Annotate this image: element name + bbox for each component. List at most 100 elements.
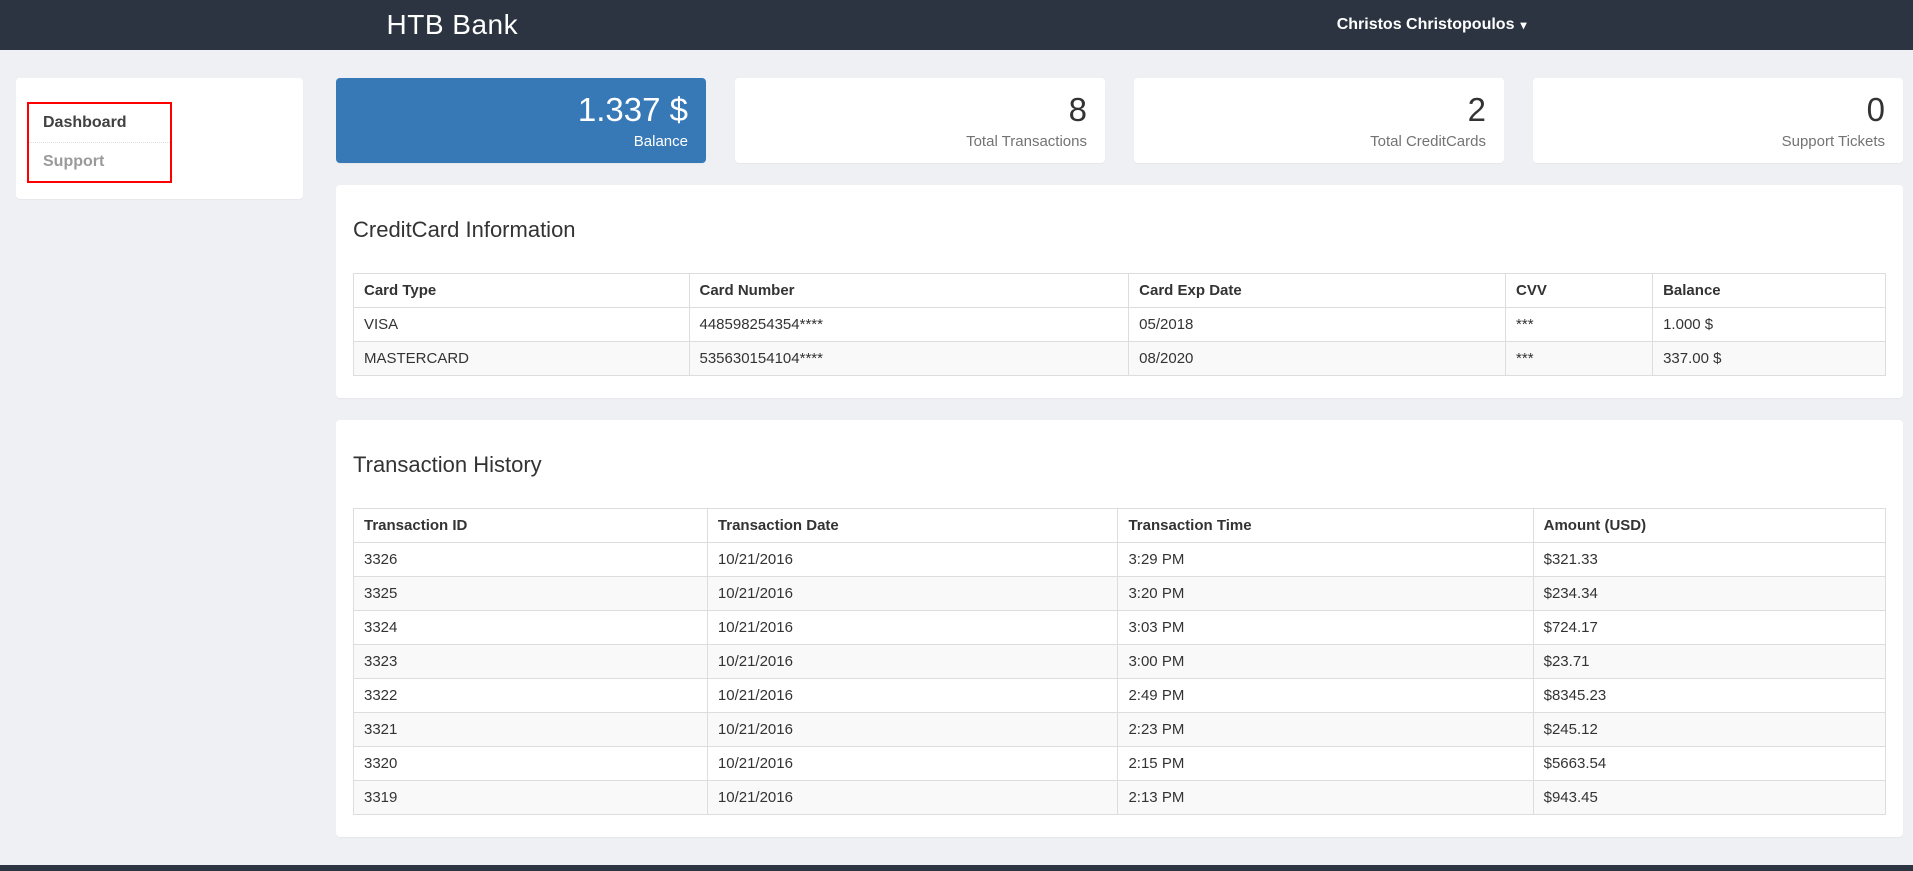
cell-card-number: 535630154104**** <box>688 341 1130 376</box>
cell-card-type: VISA <box>353 307 690 342</box>
cell-amount: $724.17 <box>1532 610 1887 645</box>
top-navbar: HTB Bank Christos Christopoulos ▾ <box>0 0 1913 50</box>
sidebar-item-support[interactable]: Support <box>29 143 170 181</box>
cell-card-exp-date: 08/2020 <box>1128 341 1507 376</box>
cell-transaction-id: 3326 <box>353 542 708 577</box>
cell-amount: $943.45 <box>1532 780 1887 815</box>
cell-transaction-date: 10/21/2016 <box>706 576 1119 611</box>
cell-transaction-date: 10/21/2016 <box>706 644 1119 679</box>
cell-transaction-date: 10/21/2016 <box>706 780 1119 815</box>
main-content: 1.337 $ Balance 8 Total Transactions 2 T… <box>336 78 1903 837</box>
stat-label: Support Tickets <box>1781 133 1885 150</box>
creditcard-header-row: Card Type Card Number Card Exp Date CVV … <box>353 273 1886 308</box>
cell-transaction-time: 2:49 PM <box>1117 678 1534 713</box>
creditcard-table-body: VISA 448598254354**** 05/2018 *** 1.000 … <box>353 307 1886 376</box>
cell-transaction-id: 3324 <box>353 610 708 645</box>
cell-amount: $245.12 <box>1532 712 1887 747</box>
cell-cvv: *** <box>1505 307 1654 342</box>
stat-value: 2 <box>1467 91 1486 128</box>
transaction-row: 3319 10/21/2016 2:13 PM $943.45 <box>353 780 1887 815</box>
transaction-row: 3325 10/21/2016 3:20 PM $234.34 <box>353 576 1887 611</box>
stat-card-total-creditcards: 2 Total CreditCards <box>1134 78 1504 163</box>
sidebar-nav-highlight-box: Dashboard Support <box>27 102 172 183</box>
stats-row: 1.337 $ Balance 8 Total Transactions 2 T… <box>336 78 1903 163</box>
caret-down-icon: ▾ <box>1520 18 1527 32</box>
cell-amount: $5663.54 <box>1532 746 1887 781</box>
cell-transaction-date: 10/21/2016 <box>706 746 1119 781</box>
stat-label: Balance <box>633 133 688 150</box>
stat-value: 0 <box>1866 91 1885 128</box>
column-header-transaction-time: Transaction Time <box>1117 508 1534 543</box>
cell-transaction-time: 3:03 PM <box>1117 610 1534 645</box>
column-header-balance: Balance <box>1652 273 1886 308</box>
creditcard-panel: CreditCard Information Card Type Card Nu… <box>336 185 1903 398</box>
user-dropdown[interactable]: Christos Christopoulos ▾ <box>1337 16 1527 34</box>
sidebar-card: Dashboard Support <box>16 78 303 199</box>
stat-label: Total Transactions <box>966 133 1087 150</box>
cell-transaction-date: 10/21/2016 <box>706 542 1119 577</box>
cell-card-number: 448598254354**** <box>688 307 1130 342</box>
footer-bar <box>0 865 1913 871</box>
column-header-card-number: Card Number <box>688 273 1130 308</box>
transaction-history-title: Transaction History <box>353 452 542 477</box>
cell-amount: $8345.23 <box>1532 678 1887 713</box>
cell-transaction-time: 3:20 PM <box>1117 576 1534 611</box>
brand-link[interactable]: HTB Bank <box>387 9 519 41</box>
cell-cvv: *** <box>1505 341 1654 376</box>
transaction-row: 3321 10/21/2016 2:23 PM $245.12 <box>353 712 1887 747</box>
user-name: Christos Christopoulos <box>1336 16 1515 33</box>
stat-label: Total CreditCards <box>1370 133 1486 150</box>
cell-transaction-id: 3319 <box>353 780 708 815</box>
transaction-table-body: 3326 10/21/2016 3:29 PM $321.33 3325 10/… <box>353 542 1887 815</box>
cell-transaction-time: 3:29 PM <box>1117 542 1534 577</box>
cell-transaction-date: 10/21/2016 <box>706 678 1119 713</box>
cell-amount: $23.71 <box>1532 644 1887 679</box>
cell-balance: 337.00 $ <box>1652 341 1886 376</box>
creditcard-row: MASTERCARD 535630154104**** 08/2020 *** … <box>353 341 1886 376</box>
cell-transaction-id: 3321 <box>353 712 708 747</box>
stat-card-total-transactions: 8 Total Transactions <box>735 78 1105 163</box>
transaction-row: 3320 10/21/2016 2:15 PM $5663.54 <box>353 746 1887 781</box>
cell-transaction-time: 2:15 PM <box>1117 746 1534 781</box>
cell-transaction-date: 10/21/2016 <box>706 712 1119 747</box>
transaction-table-wrap: Transaction ID Transaction Date Transact… <box>336 508 1903 837</box>
cell-transaction-id: 3322 <box>353 678 708 713</box>
transaction-row: 3323 10/21/2016 3:00 PM $23.71 <box>353 644 1887 679</box>
cell-transaction-id: 3325 <box>353 576 708 611</box>
cell-card-type: MASTERCARD <box>353 341 690 376</box>
sidebar-item-dashboard[interactable]: Dashboard <box>29 104 170 143</box>
sidebar: Dashboard Support <box>16 78 303 199</box>
creditcard-table-wrap: Card Type Card Number Card Exp Date CVV … <box>336 273 1903 398</box>
cell-balance: 1.000 $ <box>1652 307 1886 342</box>
transaction-header-row: Transaction ID Transaction Date Transact… <box>353 508 1887 543</box>
cell-card-exp-date: 05/2018 <box>1128 307 1507 342</box>
column-header-card-exp-date: Card Exp Date <box>1128 273 1507 308</box>
column-header-transaction-id: Transaction ID <box>353 508 708 543</box>
transaction-history-panel: Transaction History Transaction ID Trans… <box>336 420 1903 837</box>
transaction-table: Transaction ID Transaction Date Transact… <box>353 508 1887 815</box>
navbar-container: HTB Bank Christos Christopoulos ▾ <box>372 0 1542 50</box>
stat-value: 8 <box>1068 91 1087 128</box>
column-header-transaction-date: Transaction Date <box>706 508 1119 543</box>
cell-transaction-time: 3:00 PM <box>1117 644 1534 679</box>
cell-amount: $234.34 <box>1532 576 1887 611</box>
cell-transaction-id: 3323 <box>353 644 708 679</box>
creditcard-panel-title: CreditCard Information <box>353 217 576 242</box>
transaction-row: 3322 10/21/2016 2:49 PM $8345.23 <box>353 678 1887 713</box>
column-header-card-type: Card Type <box>353 273 690 308</box>
cell-amount: $321.33 <box>1532 542 1887 577</box>
column-header-amount: Amount (USD) <box>1532 508 1887 543</box>
column-header-cvv: CVV <box>1505 273 1654 308</box>
transaction-row: 3326 10/21/2016 3:29 PM $321.33 <box>353 542 1887 577</box>
stat-card-balance: 1.337 $ Balance <box>336 78 706 163</box>
cell-transaction-id: 3320 <box>353 746 708 781</box>
cell-transaction-time: 2:23 PM <box>1117 712 1534 747</box>
cell-transaction-time: 2:13 PM <box>1117 780 1534 815</box>
transaction-row: 3324 10/21/2016 3:03 PM $724.17 <box>353 610 1887 645</box>
stat-value: 1.337 $ <box>577 91 688 128</box>
stat-card-support-tickets: 0 Support Tickets <box>1533 78 1903 163</box>
creditcard-table: Card Type Card Number Card Exp Date CVV … <box>353 273 1886 376</box>
cell-transaction-date: 10/21/2016 <box>706 610 1119 645</box>
creditcard-row: VISA 448598254354**** 05/2018 *** 1.000 … <box>353 307 1886 342</box>
page-body: Dashboard Support 1.337 $ Balance 8 Tota… <box>0 50 1913 865</box>
